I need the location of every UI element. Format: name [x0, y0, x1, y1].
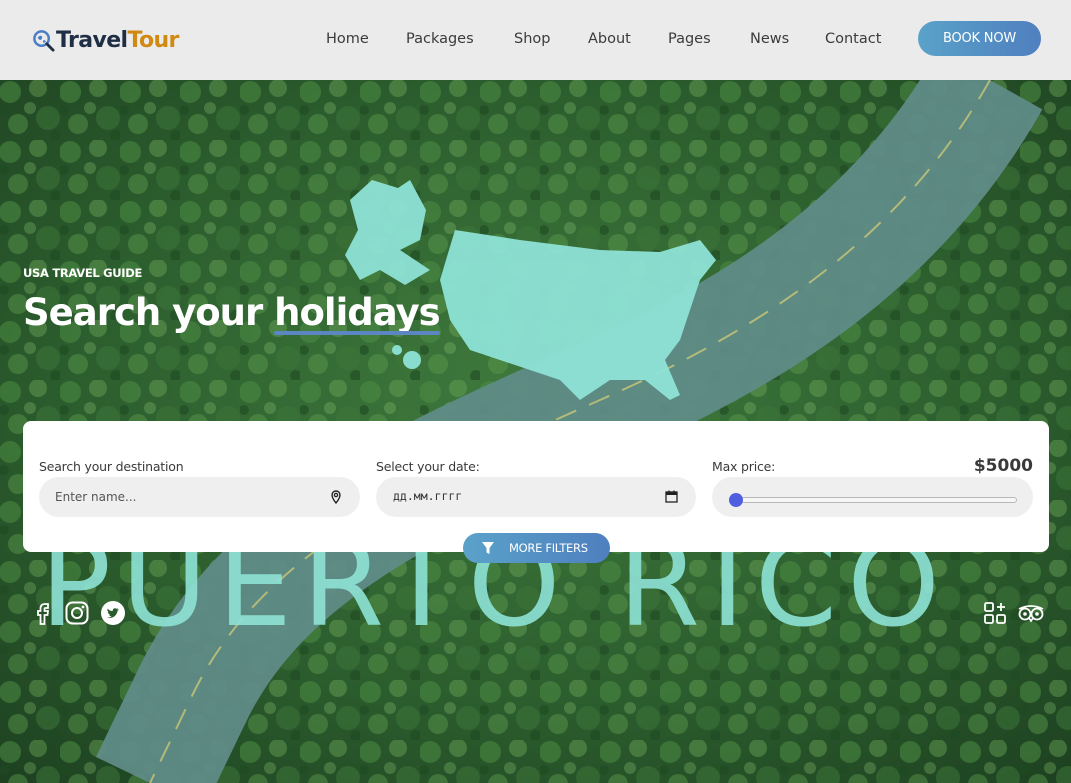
price-label: Max price:: [712, 459, 776, 474]
price-slider-field: [712, 477, 1033, 517]
headline-highlight: holidays: [274, 289, 441, 337]
destination-label: Search your destination: [39, 459, 184, 474]
site-header: TravelTour Home Packages Shop About Page…: [0, 0, 1071, 80]
twitter-icon[interactable]: [100, 600, 126, 626]
calendar-icon[interactable]: [665, 490, 678, 503]
facebook-icon[interactable]: [30, 600, 56, 626]
book-now-button[interactable]: BOOK NOW: [918, 21, 1041, 56]
instagram-icon[interactable]: [64, 600, 90, 626]
nav-shop[interactable]: Shop: [514, 29, 550, 49]
hero-headline: Search your holidays: [23, 289, 441, 337]
hero-eyebrow: USA TRAVEL GUIDE: [23, 266, 143, 280]
date-field[interactable]: дд.мм.гггг: [376, 477, 696, 517]
nav-news[interactable]: News: [750, 29, 789, 49]
logo-text: TravelTour: [56, 28, 179, 53]
location-pin-icon: [331, 490, 341, 504]
nav-contact[interactable]: Contact: [825, 29, 881, 49]
apps-icon[interactable]: [982, 600, 1008, 626]
nav-pages[interactable]: Pages: [668, 29, 711, 49]
price-value: $5000: [973, 456, 1033, 476]
nav-about[interactable]: About: [588, 29, 631, 49]
site-logo[interactable]: TravelTour: [32, 24, 179, 56]
more-filters-button[interactable]: MORE FILTERS: [463, 533, 610, 563]
price-slider-thumb[interactable]: [729, 493, 743, 507]
destination-field[interactable]: [39, 477, 360, 517]
tripadvisor-icon[interactable]: [1016, 600, 1046, 626]
nav-packages[interactable]: Packages: [406, 29, 474, 49]
logo-text-part2: Tour: [127, 27, 180, 53]
nav-home[interactable]: Home: [326, 29, 369, 49]
logo-text-part1: Travel: [56, 27, 128, 53]
logo-globe-search-icon: [33, 29, 55, 52]
price-slider-track[interactable]: [736, 497, 1017, 503]
destination-input[interactable]: [55, 488, 295, 506]
filter-funnel-icon: [482, 542, 494, 554]
headline-prefix: Search your: [23, 291, 275, 334]
date-label: Select your date:: [376, 459, 480, 474]
date-value: дд.мм.гггг: [393, 489, 463, 503]
more-filters-label: MORE FILTERS: [509, 541, 588, 555]
